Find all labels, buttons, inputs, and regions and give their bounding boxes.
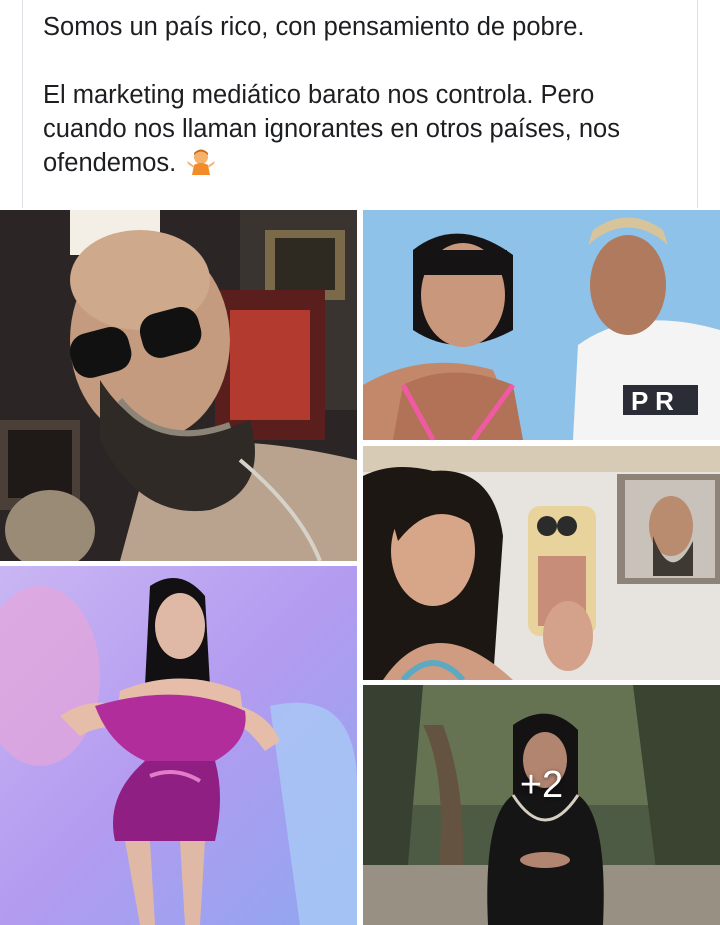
jersey-letters: P R xyxy=(631,386,674,416)
photo-bearded-man[interactable] xyxy=(0,210,357,561)
post-line-1: Somos un país rico, con pensamiento de p… xyxy=(43,13,585,41)
person-shrugging-icon xyxy=(186,147,216,177)
photo-mirror-selfie[interactable] xyxy=(363,446,720,680)
photo-couple[interactable]: P R xyxy=(363,210,720,440)
more-photos-overlay[interactable]: +2 xyxy=(363,685,720,925)
photo-black-dress[interactable]: +2 xyxy=(363,685,720,925)
post-line-2-text: El marketing mediático barato nos contro… xyxy=(43,81,620,177)
more-photos-count: +2 xyxy=(519,763,564,806)
post-line-2: El marketing mediático barato nos contro… xyxy=(43,78,683,180)
photo-pink-dress[interactable] xyxy=(0,566,357,925)
post-text: Somos un país rico, con pensamiento de p… xyxy=(22,0,698,208)
